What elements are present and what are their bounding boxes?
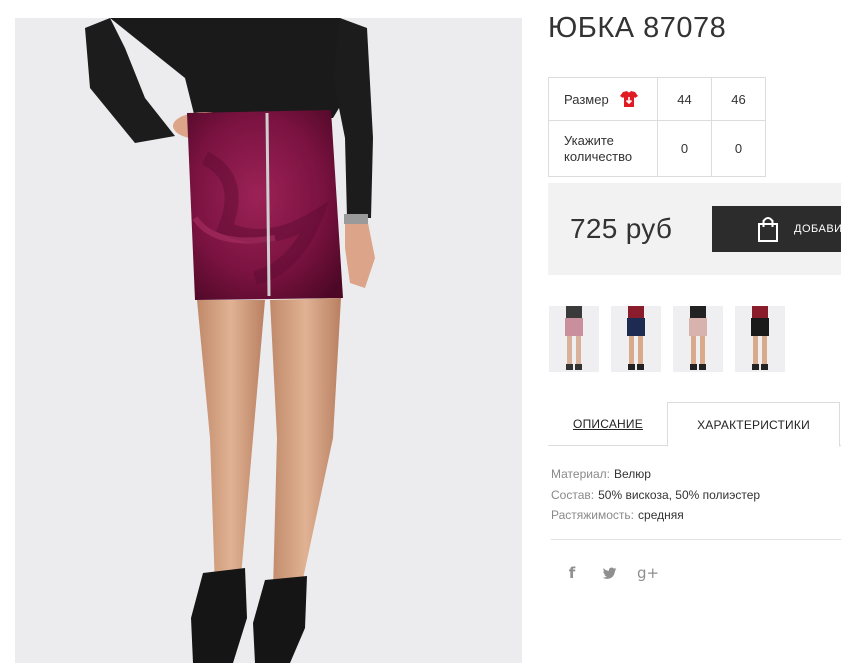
- size-44: 44: [657, 77, 712, 121]
- thumbnail-navy[interactable]: [611, 306, 661, 372]
- quantity-input-46[interactable]: 0: [711, 120, 766, 177]
- spec-label: Состав:: [551, 487, 595, 502]
- thumbnail-beige[interactable]: [673, 306, 723, 372]
- buy-box: 725 руб ДОБАВИТЬ В КОРЗИНУ: [548, 183, 841, 275]
- tab-description-label: ОПИСАНИЕ: [573, 417, 643, 431]
- google-plus-icon[interactable]: g+: [637, 563, 659, 583]
- product-price: 725 руб: [570, 213, 673, 244]
- quantity-label-cell: Укажите количество: [548, 120, 658, 177]
- tab-description[interactable]: ОПИСАНИЕ: [548, 402, 668, 446]
- size-label-cell: Размер: [548, 77, 658, 121]
- add-to-cart-button[interactable]: ДОБАВИТЬ В КОРЗИНУ: [712, 206, 841, 252]
- product-image: [15, 18, 522, 663]
- quantity-label-line2: количество: [564, 148, 633, 164]
- add-to-cart-label: ДОБАВИТЬ В КОРЗИНУ: [794, 223, 841, 235]
- spec-label: Материал:: [551, 467, 610, 481]
- product-photo[interactable]: [15, 18, 522, 663]
- shopping-bag-icon: [758, 217, 778, 242]
- spec-value: Велюр: [613, 467, 651, 481]
- social-share: f g+: [562, 563, 659, 583]
- product-title: ЮБКА 87078: [548, 12, 727, 44]
- facebook-icon[interactable]: f: [562, 563, 582, 583]
- tab-specs-label: ХАРАКТЕРИСТИКИ: [697, 417, 810, 432]
- quantity-label-line1: Укажите: [564, 132, 614, 148]
- size-table: Размер 44 46 Укажите количество 0 0: [548, 77, 766, 177]
- thumbnail-strip: [549, 306, 785, 372]
- size-46: 46: [711, 77, 766, 121]
- spec-row-material: Материал: Велюр: [551, 464, 760, 485]
- size-chart-icon[interactable]: [619, 89, 639, 109]
- product-tabs: ОПИСАНИЕ ХАРАКТЕРИСТИКИ: [548, 402, 841, 447]
- quantity-input-44[interactable]: 0: [657, 120, 712, 177]
- spec-value: средняя: [638, 508, 684, 522]
- specs-list: Материал: Велюр Состав: 50% вискоза, 50% п…: [551, 464, 760, 526]
- divider: [551, 539, 841, 540]
- twitter-icon[interactable]: [600, 563, 620, 583]
- size-label: Размер: [564, 91, 609, 107]
- thumbnail-pink[interactable]: [549, 306, 599, 372]
- tab-specs[interactable]: ХАРАКТЕРИСТИКИ: [667, 402, 840, 447]
- spec-row-composition: Состав: 50% вискоза, 50% полиэстер: [551, 485, 760, 506]
- spec-row-stretch: Растяжимость: средняя: [551, 505, 760, 526]
- spec-value: 50% вискоза, 50% полиэстер: [598, 487, 761, 502]
- thumbnail-black[interactable]: [735, 306, 785, 372]
- spec-label: Растяжимость:: [551, 508, 635, 522]
